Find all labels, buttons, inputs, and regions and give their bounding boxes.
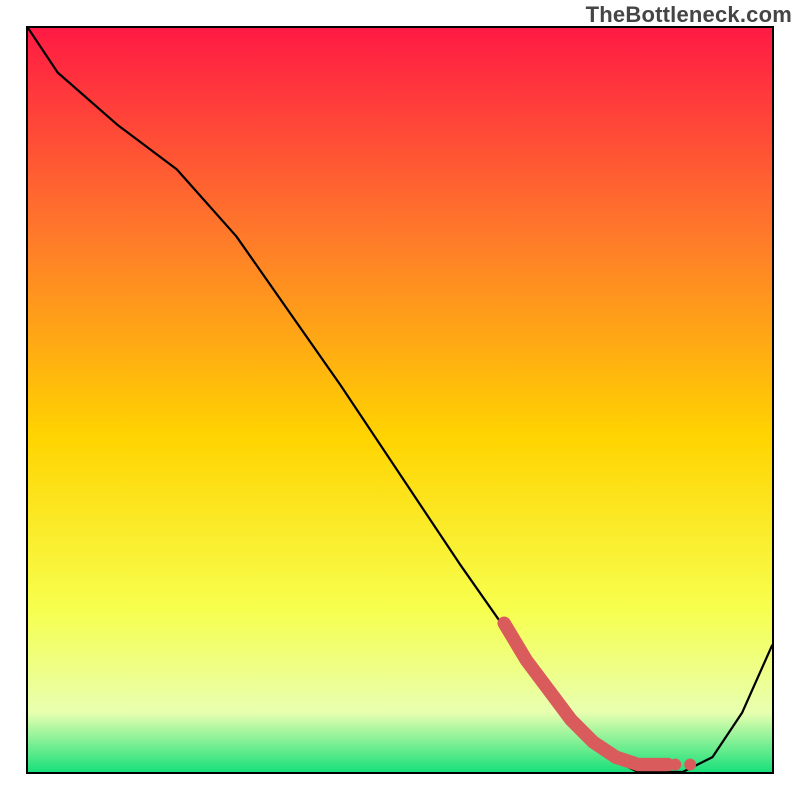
- chart-frame: TheBottleneck.com: [0, 0, 800, 800]
- plot-area: [28, 28, 772, 772]
- plot-border: [26, 26, 774, 774]
- highlight-segment: [504, 623, 668, 764]
- highlight-dot: [684, 759, 696, 771]
- highlight-overlay: [28, 28, 772, 772]
- highlight-dot: [669, 759, 681, 771]
- watermark-text: TheBottleneck.com: [586, 2, 792, 28]
- highlight-dots: [669, 759, 696, 771]
